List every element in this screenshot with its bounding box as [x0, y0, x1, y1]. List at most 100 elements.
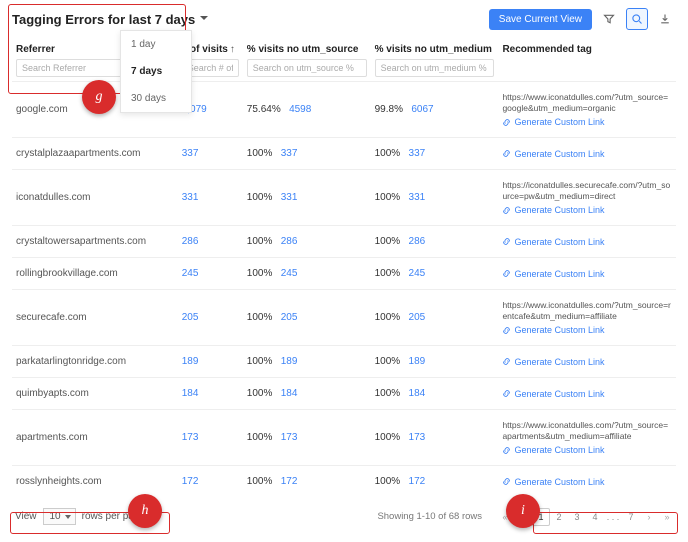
no-source-cell: 100% 331: [243, 170, 371, 226]
no-source-count[interactable]: 4598: [289, 104, 311, 115]
no-medium-count[interactable]: 189: [409, 356, 426, 367]
link-icon: [502, 389, 511, 398]
generate-custom-link-button[interactable]: Generate Custom Link: [502, 389, 672, 399]
rows-per-page-select[interactable]: 10: [43, 508, 76, 525]
referrer-cell: rosslynheights.com: [12, 466, 178, 498]
topbar: Tagging Errors for last 7 days 1 day 7 d…: [12, 8, 676, 30]
generate-custom-link-button[interactable]: Generate Custom Link: [502, 237, 672, 247]
no-medium-count[interactable]: 331: [409, 192, 426, 203]
visits-cell[interactable]: 205: [178, 290, 243, 346]
link-icon: [502, 237, 511, 246]
no-medium-count[interactable]: 337: [409, 148, 426, 159]
no-source-count[interactable]: 205: [281, 312, 298, 323]
visits-cell[interactable]: 189: [178, 346, 243, 378]
no-medium-cell: 100% 245: [371, 258, 499, 290]
link-icon: [502, 206, 511, 215]
page-first-button[interactable]: «: [496, 508, 514, 526]
link-icon: [502, 149, 511, 158]
date-range-dropdown: 1 day 7 days 30 days: [120, 30, 192, 113]
referrer-cell: quimbyapts.com: [12, 378, 178, 410]
page-7-button[interactable]: 7: [622, 508, 640, 526]
download-button[interactable]: [654, 8, 676, 30]
no-medium-count[interactable]: 173: [409, 432, 426, 443]
no-medium-count[interactable]: 6067: [411, 104, 433, 115]
no-medium-count[interactable]: 286: [409, 236, 426, 247]
page-2-button[interactable]: 2: [550, 508, 568, 526]
no-source-cell: 100% 286: [243, 226, 371, 258]
visits-cell[interactable]: 184: [178, 378, 243, 410]
save-view-button[interactable]: Save Current View: [489, 9, 592, 30]
link-icon: [502, 477, 511, 486]
referrer-cell: parkatarlingtonridge.com: [12, 346, 178, 378]
no-source-cell: 100% 245: [243, 258, 371, 290]
col-header-no-source[interactable]: % visits no utm_source: [243, 38, 371, 82]
page-3-button[interactable]: 3: [568, 508, 586, 526]
link-icon: [502, 269, 511, 278]
no-source-count[interactable]: 184: [281, 388, 298, 399]
referrer-cell: securecafe.com: [12, 290, 178, 346]
recommended-cell: https://www.iconatdulles.com/?utm_source…: [498, 82, 676, 138]
visits-cell[interactable]: 172: [178, 466, 243, 498]
dropdown-option-30days[interactable]: 30 days: [121, 85, 191, 112]
title-dropdown-trigger[interactable]: Tagging Errors for last 7 days: [12, 12, 209, 27]
no-source-cell: 100% 205: [243, 290, 371, 346]
no-source-count[interactable]: 245: [281, 268, 298, 279]
link-icon: [502, 357, 511, 366]
no-source-count[interactable]: 173: [281, 432, 298, 443]
generate-custom-link-button[interactable]: Generate Custom Link: [502, 325, 672, 335]
no-source-count[interactable]: 189: [281, 356, 298, 367]
table-row: crystaltowersapartments.com 286 100% 286…: [12, 226, 676, 258]
dropdown-option-7days[interactable]: 7 days: [121, 58, 191, 85]
page-prev-button[interactable]: ‹: [514, 508, 532, 526]
recommended-tag-text: https://iconatdulles.securecafe.com/?utm…: [502, 180, 672, 202]
no-medium-count[interactable]: 184: [409, 388, 426, 399]
no-source-count[interactable]: 172: [281, 476, 298, 487]
generate-custom-link-button[interactable]: Generate Custom Link: [502, 269, 672, 279]
no-medium-cell: 100% 205: [371, 290, 499, 346]
search-icon: [631, 13, 643, 25]
no-source-cell: 100% 173: [243, 410, 371, 466]
col-header-no-medium[interactable]: % visits no utm_medium: [371, 38, 499, 82]
no-medium-count[interactable]: 172: [409, 476, 426, 487]
referrer-cell: crystaltowersapartments.com: [12, 226, 178, 258]
page-1-button[interactable]: 1: [532, 508, 550, 526]
no-source-count[interactable]: 337: [281, 148, 298, 159]
no-medium-count[interactable]: 245: [409, 268, 426, 279]
no-medium-count[interactable]: 205: [409, 312, 426, 323]
visits-cell[interactable]: 173: [178, 410, 243, 466]
no-source-count[interactable]: 331: [281, 192, 298, 203]
generate-custom-link-button[interactable]: Generate Custom Link: [502, 205, 672, 215]
page-4-button[interactable]: 4: [586, 508, 604, 526]
generate-custom-link-button[interactable]: Generate Custom Link: [502, 357, 672, 367]
generate-custom-link-button[interactable]: Generate Custom Link: [502, 445, 672, 455]
table-row: quimbyapts.com 184 100% 184 100% 184 Gen…: [12, 378, 676, 410]
col-header-recommended: Recommended tag: [498, 38, 676, 82]
referrer-cell: rollingbrookvillage.com: [12, 258, 178, 290]
top-actions: Save Current View: [489, 8, 676, 30]
visits-cell[interactable]: 245: [178, 258, 243, 290]
rows-per-page-control: View 10 rows per page: [12, 505, 148, 528]
visits-cell[interactable]: 331: [178, 170, 243, 226]
link-icon: [502, 118, 511, 127]
visits-cell[interactable]: 337: [178, 138, 243, 170]
no-medium-cell: 100% 337: [371, 138, 499, 170]
page-last-button[interactable]: »: [658, 508, 676, 526]
recommended-cell: Generate Custom Link: [498, 138, 676, 170]
search-button[interactable]: [626, 8, 648, 30]
pagination-wrap: Showing 1-10 of 68 rows « ‹ 1234. . .7›»: [377, 508, 676, 526]
generate-custom-link-button[interactable]: Generate Custom Link: [502, 477, 672, 487]
no-source-cell: 100% 337: [243, 138, 371, 170]
visits-cell[interactable]: 286: [178, 226, 243, 258]
table-row: crystalplazaapartments.com 337 100% 337 …: [12, 138, 676, 170]
recommended-tag-text: https://www.iconatdulles.com/?utm_source…: [502, 300, 672, 322]
search-medium-input[interactable]: [375, 59, 495, 77]
search-source-input[interactable]: [247, 59, 367, 77]
table-footer: View 10 rows per page Showing 1-10 of 68…: [12, 505, 676, 528]
filter-button[interactable]: [598, 8, 620, 30]
generate-custom-link-button[interactable]: Generate Custom Link: [502, 149, 672, 159]
no-source-count[interactable]: 286: [281, 236, 298, 247]
no-source-cell: 100% 184: [243, 378, 371, 410]
page-next-button[interactable]: ›: [640, 508, 658, 526]
dropdown-option-1day[interactable]: 1 day: [121, 31, 191, 58]
generate-custom-link-button[interactable]: Generate Custom Link: [502, 117, 672, 127]
